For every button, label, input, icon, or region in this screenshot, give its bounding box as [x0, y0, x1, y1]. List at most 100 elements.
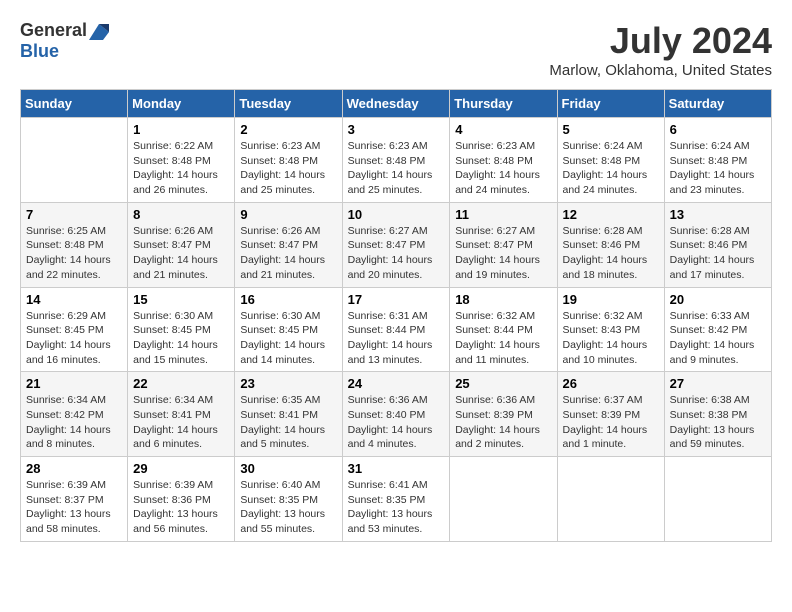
day-number: 7: [26, 207, 122, 222]
day-number: 9: [240, 207, 336, 222]
month-year-title: July 2024: [549, 20, 772, 62]
day-number: 12: [563, 207, 659, 222]
day-detail: Sunrise: 6:28 AM Sunset: 8:46 PM Dayligh…: [563, 224, 659, 283]
day-number: 5: [563, 122, 659, 137]
day-detail: Sunrise: 6:28 AM Sunset: 8:46 PM Dayligh…: [670, 224, 766, 283]
day-detail: Sunrise: 6:39 AM Sunset: 8:36 PM Dayligh…: [133, 478, 229, 537]
calendar-day-header: Tuesday: [235, 90, 342, 118]
day-detail: Sunrise: 6:23 AM Sunset: 8:48 PM Dayligh…: [455, 139, 551, 198]
logo-icon: [89, 24, 109, 40]
day-detail: Sunrise: 6:25 AM Sunset: 8:48 PM Dayligh…: [26, 224, 122, 283]
day-detail: Sunrise: 6:34 AM Sunset: 8:42 PM Dayligh…: [26, 393, 122, 452]
calendar-day-cell: 26 Sunrise: 6:37 AM Sunset: 8:39 PM Dayli…: [557, 372, 664, 457]
day-number: 27: [670, 376, 766, 391]
day-number: 31: [348, 461, 445, 476]
day-number: 21: [26, 376, 122, 391]
calendar-day-header: Sunday: [21, 90, 128, 118]
calendar-table: SundayMondayTuesdayWednesdayThursdayFrid…: [20, 89, 772, 542]
day-detail: Sunrise: 6:35 AM Sunset: 8:41 PM Dayligh…: [240, 393, 336, 452]
calendar-day-cell: 8 Sunrise: 6:26 AM Sunset: 8:47 PM Daylig…: [128, 202, 235, 287]
day-detail: Sunrise: 6:22 AM Sunset: 8:48 PM Dayligh…: [133, 139, 229, 198]
calendar-day-header: Saturday: [664, 90, 771, 118]
day-number: 24: [348, 376, 445, 391]
calendar-day-cell: 12 Sunrise: 6:28 AM Sunset: 8:46 PM Dayli…: [557, 202, 664, 287]
day-number: 23: [240, 376, 336, 391]
page-header: General Blue July 2024 Marlow, Oklahoma,…: [20, 20, 772, 79]
day-detail: Sunrise: 6:27 AM Sunset: 8:47 PM Dayligh…: [455, 224, 551, 283]
day-detail: Sunrise: 6:32 AM Sunset: 8:44 PM Dayligh…: [455, 309, 551, 368]
day-detail: Sunrise: 6:31 AM Sunset: 8:44 PM Dayligh…: [348, 309, 445, 368]
day-number: 1: [133, 122, 229, 137]
day-number: 25: [455, 376, 551, 391]
day-detail: Sunrise: 6:26 AM Sunset: 8:47 PM Dayligh…: [240, 224, 336, 283]
calendar-day-cell: 27 Sunrise: 6:38 AM Sunset: 8:38 PM Dayli…: [664, 372, 771, 457]
calendar-day-cell: 22Sunrise: 6:34 AM Sunset: 8:41 PM Dayli…: [128, 372, 235, 457]
calendar-day-cell: 7 Sunrise: 6:25 AM Sunset: 8:48 PM Daylig…: [21, 202, 128, 287]
day-number: 29: [133, 461, 229, 476]
calendar-week-row: 1 Sunrise: 6:22 AM Sunset: 8:48 PM Daylig…: [21, 118, 772, 203]
calendar-day-cell: 21 Sunrise: 6:34 AM Sunset: 8:42 PM Dayli…: [21, 372, 128, 457]
day-detail: Sunrise: 6:30 AM Sunset: 8:45 PM Dayligh…: [240, 309, 336, 368]
calendar-day-header: Monday: [128, 90, 235, 118]
logo-blue-text: Blue: [20, 41, 59, 61]
day-detail: Sunrise: 6:33 AM Sunset: 8:42 PM Dayligh…: [670, 309, 766, 368]
day-detail: Sunrise: 6:41 AM Sunset: 8:35 PM Dayligh…: [348, 478, 445, 537]
calendar-day-cell: 19Sunrise: 6:32 AM Sunset: 8:43 PM Dayli…: [557, 287, 664, 372]
day-number: 16: [240, 292, 336, 307]
calendar-day-header: Wednesday: [342, 90, 450, 118]
calendar-day-cell: 4 Sunrise: 6:23 AM Sunset: 8:48 PM Daylig…: [450, 118, 557, 203]
calendar-day-cell: 9 Sunrise: 6:26 AM Sunset: 8:47 PM Daylig…: [235, 202, 342, 287]
calendar-day-cell: 3Sunrise: 6:23 AM Sunset: 8:48 PM Daylig…: [342, 118, 450, 203]
day-number: 8: [133, 207, 229, 222]
calendar-day-cell: 15 Sunrise: 6:30 AM Sunset: 8:45 PM Dayli…: [128, 287, 235, 372]
calendar-day-cell: [664, 457, 771, 542]
calendar-day-cell: 11 Sunrise: 6:27 AM Sunset: 8:47 PM Dayli…: [450, 202, 557, 287]
day-number: 18: [455, 292, 551, 307]
day-number: 11: [455, 207, 551, 222]
day-detail: Sunrise: 6:40 AM Sunset: 8:35 PM Dayligh…: [240, 478, 336, 537]
day-detail: Sunrise: 6:36 AM Sunset: 8:39 PM Dayligh…: [455, 393, 551, 452]
day-detail: Sunrise: 6:24 AM Sunset: 8:48 PM Dayligh…: [670, 139, 766, 198]
day-number: 15: [133, 292, 229, 307]
calendar-body: 1 Sunrise: 6:22 AM Sunset: 8:48 PM Daylig…: [21, 118, 772, 542]
day-number: 20: [670, 292, 766, 307]
day-detail: Sunrise: 6:30 AM Sunset: 8:45 PM Dayligh…: [133, 309, 229, 368]
calendar-day-header: Thursday: [450, 90, 557, 118]
day-detail: Sunrise: 6:37 AM Sunset: 8:39 PM Dayligh…: [563, 393, 659, 452]
day-detail: Sunrise: 6:23 AM Sunset: 8:48 PM Dayligh…: [240, 139, 336, 198]
calendar-day-cell: 2 Sunrise: 6:23 AM Sunset: 8:48 PM Daylig…: [235, 118, 342, 203]
location-text: Marlow, Oklahoma, United States: [549, 62, 772, 79]
day-detail: Sunrise: 6:36 AM Sunset: 8:40 PM Dayligh…: [348, 393, 445, 452]
day-detail: Sunrise: 6:26 AM Sunset: 8:47 PM Dayligh…: [133, 224, 229, 283]
day-detail: Sunrise: 6:39 AM Sunset: 8:37 PM Dayligh…: [26, 478, 122, 537]
calendar-day-cell: 17Sunrise: 6:31 AM Sunset: 8:44 PM Dayli…: [342, 287, 450, 372]
calendar-day-cell: 6 Sunrise: 6:24 AM Sunset: 8:48 PM Daylig…: [664, 118, 771, 203]
day-number: 14: [26, 292, 122, 307]
calendar-day-cell: 29 Sunrise: 6:39 AM Sunset: 8:36 PM Dayli…: [128, 457, 235, 542]
calendar-day-cell: [21, 118, 128, 203]
calendar-day-cell: 20 Sunrise: 6:33 AM Sunset: 8:42 PM Dayli…: [664, 287, 771, 372]
calendar-day-cell: 25 Sunrise: 6:36 AM Sunset: 8:39 PM Dayli…: [450, 372, 557, 457]
calendar-day-cell: 1 Sunrise: 6:22 AM Sunset: 8:48 PM Daylig…: [128, 118, 235, 203]
day-number: 28: [26, 461, 122, 476]
calendar-day-cell: 24 Sunrise: 6:36 AM Sunset: 8:40 PM Dayli…: [342, 372, 450, 457]
day-detail: Sunrise: 6:32 AM Sunset: 8:43 PM Dayligh…: [563, 309, 659, 368]
day-number: 26: [563, 376, 659, 391]
day-detail: Sunrise: 6:38 AM Sunset: 8:38 PM Dayligh…: [670, 393, 766, 452]
calendar-day-cell: 13Sunrise: 6:28 AM Sunset: 8:46 PM Dayli…: [664, 202, 771, 287]
day-number: 6: [670, 122, 766, 137]
calendar-day-cell: 18 Sunrise: 6:32 AM Sunset: 8:44 PM Dayli…: [450, 287, 557, 372]
calendar-day-cell: 14 Sunrise: 6:29 AM Sunset: 8:45 PM Dayli…: [21, 287, 128, 372]
calendar-day-cell: 5Sunrise: 6:24 AM Sunset: 8:48 PM Daylig…: [557, 118, 664, 203]
day-detail: Sunrise: 6:29 AM Sunset: 8:45 PM Dayligh…: [26, 309, 122, 368]
calendar-header-row: SundayMondayTuesdayWednesdayThursdayFrid…: [21, 90, 772, 118]
day-number: 10: [348, 207, 445, 222]
calendar-week-row: 28 Sunrise: 6:39 AM Sunset: 8:37 PM Dayli…: [21, 457, 772, 542]
calendar-day-cell: [450, 457, 557, 542]
calendar-day-cell: 10Sunrise: 6:27 AM Sunset: 8:47 PM Dayli…: [342, 202, 450, 287]
day-number: 2: [240, 122, 336, 137]
calendar-day-cell: 23 Sunrise: 6:35 AM Sunset: 8:41 PM Dayli…: [235, 372, 342, 457]
title-area: July 2024 Marlow, Oklahoma, United State…: [549, 20, 772, 79]
calendar-day-cell: 16 Sunrise: 6:30 AM Sunset: 8:45 PM Dayli…: [235, 287, 342, 372]
day-number: 4: [455, 122, 551, 137]
